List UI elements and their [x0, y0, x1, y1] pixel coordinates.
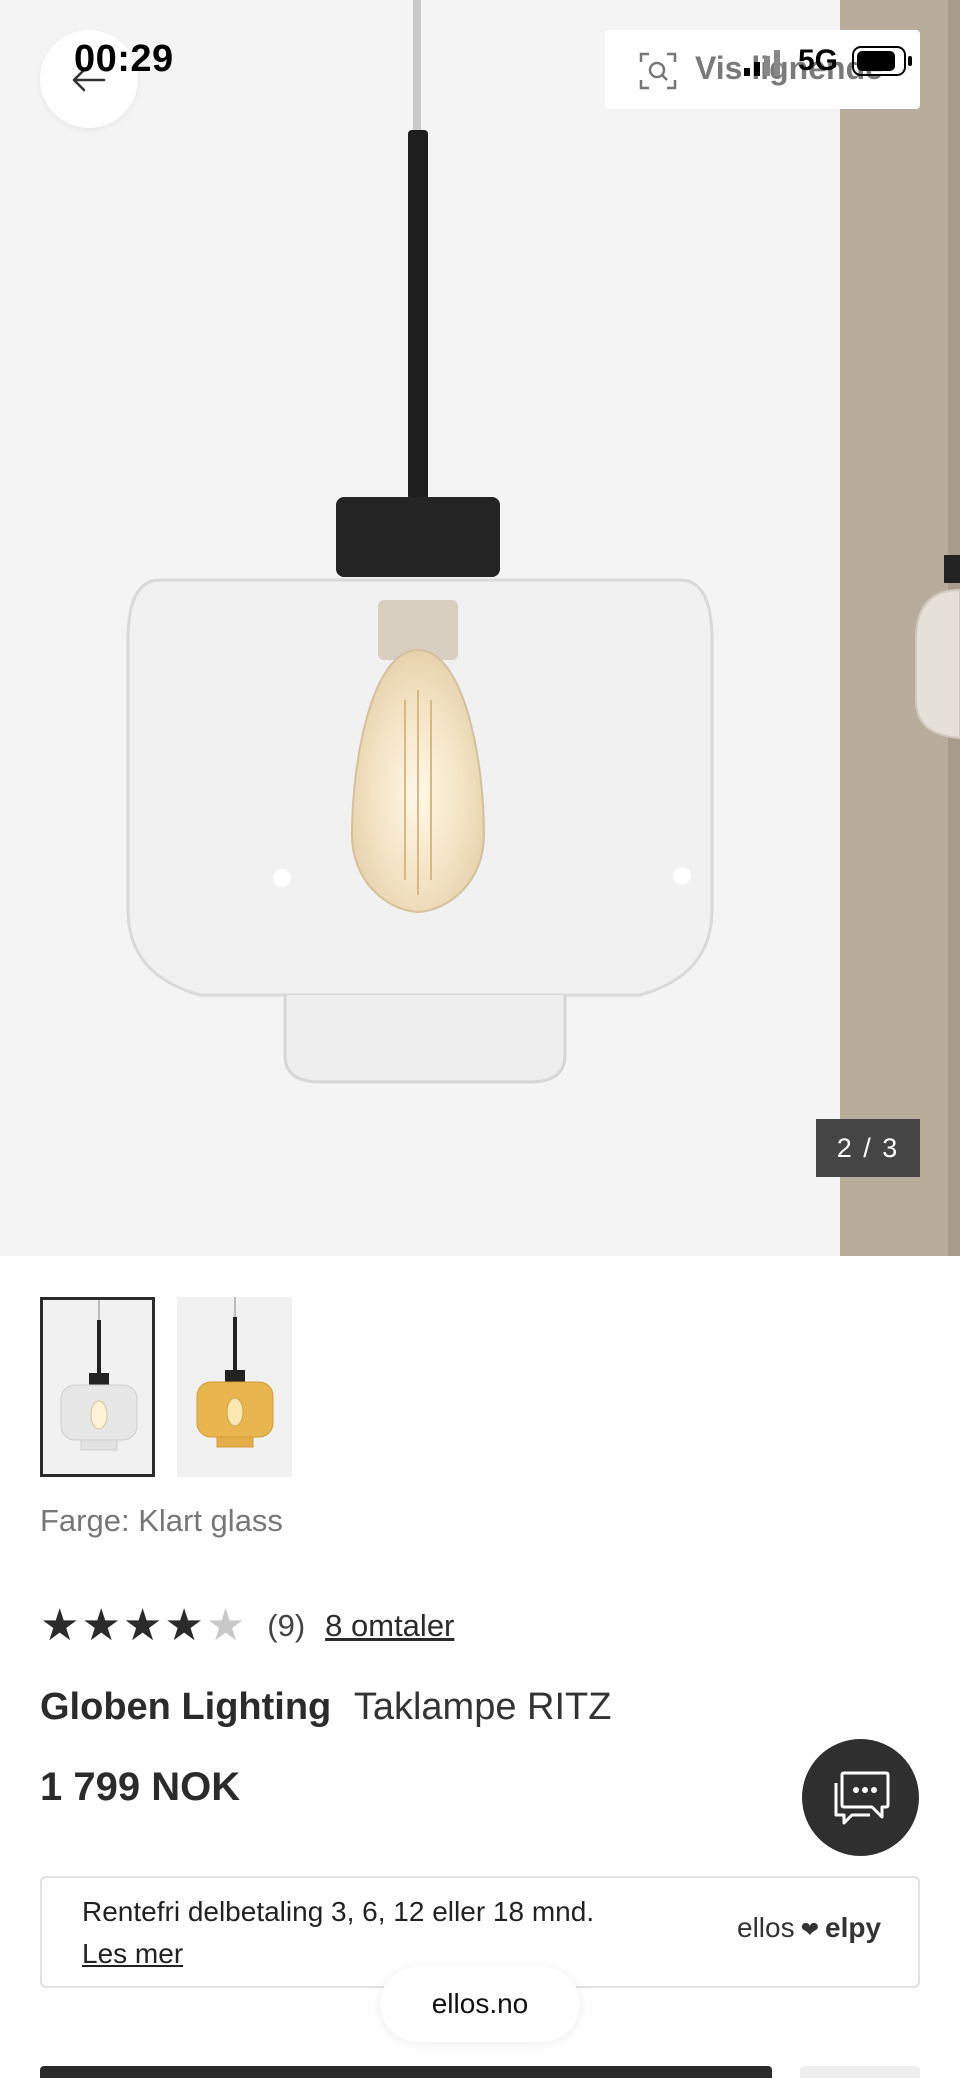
chat-button[interactable] — [802, 1739, 919, 1856]
pendant-lamp-image — [126, 0, 714, 1084]
browser-url-pill[interactable]: ellos.no — [380, 1966, 580, 2042]
rating-row: ★ ★ ★ ★ ★ (9) 8 omtaler — [40, 1604, 454, 1648]
read-more-link[interactable]: Les mer — [82, 1938, 183, 1970]
image-counter: 2 / 3 — [816, 1119, 920, 1177]
wishlist-button[interactable] — [800, 2066, 920, 2078]
star-icon: ★ — [164, 1601, 204, 1650]
visual-search-icon — [639, 52, 677, 90]
logo-ellos: ellos — [737, 1912, 795, 1943]
rating-count: (9) — [267, 1608, 306, 1643]
logo-elpy: elpy — [825, 1912, 882, 1943]
price: 1 799 NOK — [40, 1765, 241, 1809]
star-empty-icon: ★ — [205, 1601, 246, 1650]
network-label: 5G — [798, 44, 839, 77]
product-image-carousel[interactable]: 00:29 Vis lignende 5G 2 / 3 — [0, 0, 960, 1256]
lamp-clear-thumbnail-icon — [60, 1300, 138, 1451]
product-name: Taklampe RITZ — [353, 1686, 612, 1728]
status-time: 00:29 — [74, 38, 174, 80]
heart-icon: ❤ — [800, 1917, 820, 1942]
installment-text: Rentefri delbetaling 3, 6, 12 eller 18 m… — [82, 1896, 595, 1927]
star-icon: ★ — [81, 1601, 121, 1650]
product-title: Globen Lighting Taklampe RITZ — [40, 1686, 611, 1729]
chat-icon — [834, 1771, 890, 1825]
battery-icon — [852, 46, 912, 76]
color-label: Farge: Klart glass — [40, 1503, 283, 1538]
color-thumbnail-clear[interactable] — [40, 1297, 155, 1477]
star-icon: ★ — [40, 1601, 80, 1650]
reviews-link[interactable]: 8 omtaler — [325, 1608, 454, 1644]
color-thumbnail-amber[interactable] — [177, 1297, 292, 1477]
ellos-elpy-logo: ellos ❤ elpy — [737, 1912, 881, 1944]
signal-icon — [744, 50, 780, 76]
next-image-peek[interactable] — [840, 0, 960, 1256]
star-icon: ★ — [122, 1601, 163, 1650]
brand-name[interactable]: Globen Lighting — [40, 1686, 331, 1728]
add-to-cart-button[interactable] — [40, 2066, 772, 2078]
lamp-amber-thumbnail-icon — [196, 1297, 274, 1448]
